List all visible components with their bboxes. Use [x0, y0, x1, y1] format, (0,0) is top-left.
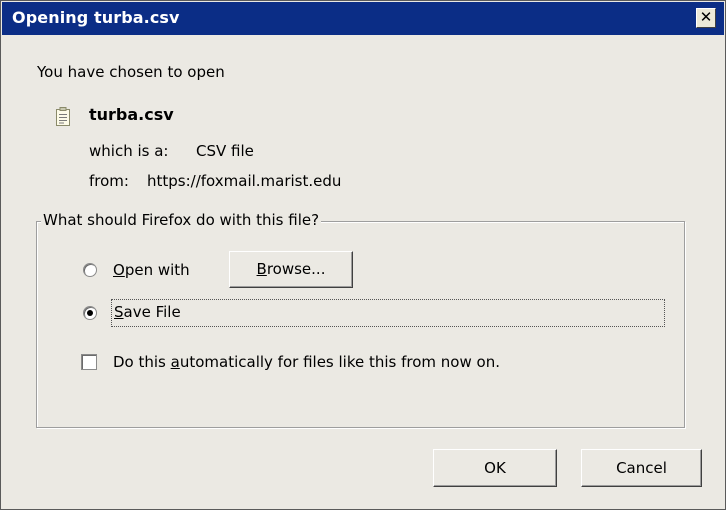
open-with-label[interactable]: Open with — [113, 261, 190, 279]
file-type-label: which is a: — [89, 142, 169, 160]
ok-button[interactable]: OK — [433, 449, 557, 487]
title-bar[interactable]: Opening turba.csv ✕ — [2, 2, 724, 35]
intro-text: You have chosen to open — [37, 63, 225, 81]
file-source-value: https://foxmail.marist.edu — [147, 172, 342, 190]
save-file-focus-rect — [111, 299, 665, 327]
browse-button[interactable]: Browse... — [229, 251, 353, 288]
open-with-radio[interactable] — [83, 263, 97, 277]
close-button[interactable]: ✕ — [696, 8, 716, 28]
file-type-value: CSV file — [196, 142, 254, 160]
save-file-label[interactable]: Save File — [114, 303, 181, 321]
auto-action-checkbox[interactable] — [81, 354, 97, 370]
close-icon: ✕ — [699, 8, 713, 26]
window-title: Opening turba.csv — [12, 8, 180, 27]
action-group-legend: What should Firefox do with this file? — [41, 211, 322, 229]
download-dialog: Opening turba.csv ✕ You have chosen to o… — [0, 0, 726, 510]
radio-selected-dot — [87, 310, 93, 316]
cancel-button[interactable]: Cancel — [581, 449, 702, 487]
text-file-icon — [56, 107, 70, 126]
save-file-radio[interactable] — [83, 306, 97, 320]
file-source-label: from: — [89, 172, 129, 190]
file-name: turba.csv — [89, 105, 174, 124]
auto-action-label[interactable]: Do this automatically for files like thi… — [113, 353, 500, 371]
